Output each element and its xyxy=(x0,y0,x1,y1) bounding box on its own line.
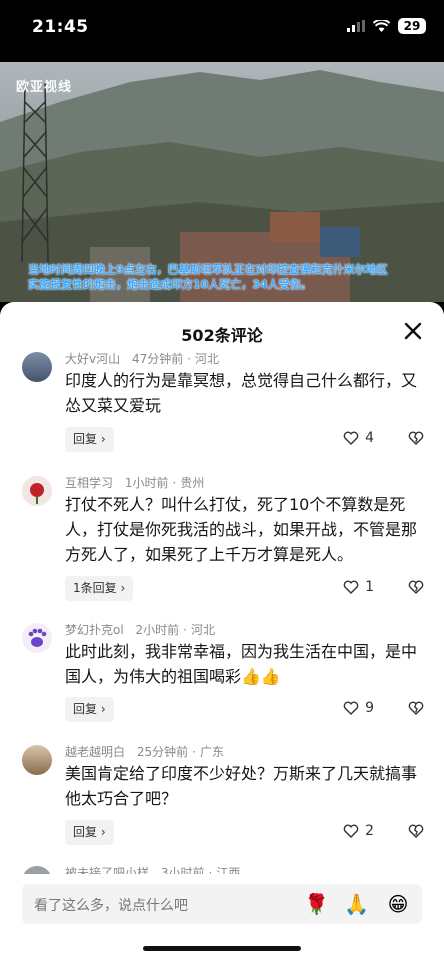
like-count: 1 xyxy=(365,579,374,595)
reply-label: 回复 xyxy=(73,825,98,839)
comment-location: 贵州 xyxy=(180,476,205,490)
like-button[interactable]: 2 xyxy=(343,823,374,839)
video-subtitle: 当地时间周四晚上9点左右，巴基斯坦军队正在对印控查谟和克什米尔地区实施报复性的炮… xyxy=(28,263,388,291)
comment-text[interactable]: 印度人的行为是靠冥想，总觉得自己什么都行，又怂又菜又爱玩 xyxy=(65,368,425,418)
comment-time: 1小时前 xyxy=(124,476,169,490)
reply-button[interactable]: 1条回复 › xyxy=(65,576,134,601)
pray-emoji-button[interactable]: 🙏 xyxy=(344,892,369,916)
comment-input-bar[interactable]: 看了这么多，说点什么吧 🌹 🙏 😁 xyxy=(22,884,422,924)
wifi-icon xyxy=(373,19,390,32)
comment-text[interactable]: 打仗不死人？叫什么打仗，死了10个不算数是死人，打仗是你死我活的战斗，如果开战，… xyxy=(65,492,425,567)
comment-count-title: 502条评论 xyxy=(181,326,263,345)
reply-label: 回复 xyxy=(73,702,98,716)
broken-heart-icon[interactable] xyxy=(408,701,424,715)
comment-location: 河北 xyxy=(190,623,215,637)
avatar[interactable] xyxy=(22,352,52,382)
comment-location: 广东 xyxy=(199,745,224,759)
close-icon[interactable] xyxy=(402,320,424,342)
status-icons: 29 xyxy=(347,18,426,34)
comment-time: 3小时前 xyxy=(160,866,205,874)
reply-label: 回复 xyxy=(73,432,98,446)
comment-list[interactable]: 大好v河山 47分钟前 · 河北 印度人的行为是靠冥想，总觉得自己什么都行，又怂又菜… xyxy=(0,350,444,874)
broken-heart-icon[interactable] xyxy=(408,580,424,594)
reply-button[interactable]: 回复 › xyxy=(65,427,114,452)
heart-icon xyxy=(343,824,359,838)
comment-meta: 梦幻扑克ol 2小时前 · 河北 xyxy=(65,623,215,637)
comment-username[interactable]: 梦幻扑克ol xyxy=(65,623,124,637)
broken-heart-icon[interactable] xyxy=(408,431,424,445)
comment-input-placeholder[interactable]: 看了这么多，说点什么吧 xyxy=(34,895,188,915)
like-count: 9 xyxy=(365,700,374,716)
video-player[interactable]: 欧亚视线 当地时间周四晚上9点左右，巴基斯坦军队正在对印控查谟和克什米尔地区实施… xyxy=(0,62,444,302)
battery-indicator: 29 xyxy=(398,18,426,34)
comment-time: 47分钟前 xyxy=(131,352,184,366)
comment-time: 2小时前 xyxy=(135,623,180,637)
video-watermark: 欧亚视线 xyxy=(16,80,73,95)
like-count: 2 xyxy=(365,823,374,839)
comment-location: 河北 xyxy=(195,352,220,366)
avatar[interactable] xyxy=(22,866,52,874)
like-button[interactable]: 9 xyxy=(343,700,374,716)
rose-avatar-image xyxy=(30,483,44,504)
reply-button[interactable]: 回复 › xyxy=(65,697,114,722)
signal-icon xyxy=(347,20,365,32)
paw-avatar-image xyxy=(28,628,47,647)
status-time: 21:45 xyxy=(32,17,89,37)
comment-username[interactable]: 大好v河山 xyxy=(65,352,120,366)
broken-heart-icon[interactable] xyxy=(408,824,424,838)
avatar[interactable] xyxy=(22,623,52,653)
comment-text[interactable]: 此时此刻，我非常幸福，因为我生活在中国，是中国人，为伟大的祖国喝彩👍👍 xyxy=(65,639,425,689)
like-count: 4 xyxy=(365,430,374,446)
reply-button[interactable]: 回复 › xyxy=(65,820,114,845)
heart-icon xyxy=(343,701,359,715)
heart-icon xyxy=(343,580,359,594)
like-button[interactable]: 4 xyxy=(343,430,374,446)
comment-meta: 越老越明白 25分钟前 · 广东 xyxy=(65,745,224,759)
rose-emoji-button[interactable]: 🌹 xyxy=(304,892,329,916)
home-indicator xyxy=(143,946,301,951)
comment-sheet: 502条评论 大好v河山 47分钟前 · 河北 印度人的行为是靠冥想，总觉得自己什么… xyxy=(0,302,444,960)
comment-meta: 被未接了吧小样 3小时前 · 江西 xyxy=(65,864,240,874)
comment-username[interactable]: 越老越明白 xyxy=(65,745,125,759)
comment-meta: 大好v河山 47分钟前 · 河北 xyxy=(65,352,220,366)
comment-time: 25分钟前 xyxy=(136,745,189,759)
comment-location: 江西 xyxy=(216,866,241,874)
avatar[interactable] xyxy=(22,476,52,506)
comment-text[interactable]: 美国肯定给了印度不少好处？万斯来了几天就搞事他太巧合了吧？ xyxy=(65,761,425,811)
reply-label: 1条回复 xyxy=(73,581,117,595)
comment-username[interactable]: 被未接了吧小样 xyxy=(65,866,149,874)
grin-emoji-button[interactable]: 😁 xyxy=(386,892,410,916)
comment-meta: 互相学习 1小时前 · 贵州 xyxy=(65,476,205,490)
avatar[interactable] xyxy=(22,745,52,775)
comment-username[interactable]: 互相学习 xyxy=(65,476,113,490)
heart-icon xyxy=(343,431,359,445)
like-button[interactable]: 1 xyxy=(343,579,374,595)
status-bar: 21:45 29 xyxy=(0,0,444,62)
